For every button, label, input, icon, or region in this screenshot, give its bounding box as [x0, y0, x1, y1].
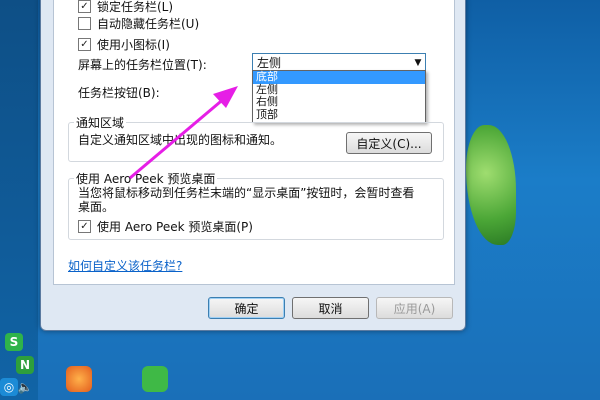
location-option-right[interactable]: 右侧 [253, 95, 425, 109]
auto-hide-label: 自动隐藏任务栏(U) [97, 17, 200, 31]
customize-button[interactable]: 自定义(C)... [346, 132, 432, 154]
aero-peek-label: 使用 Aero Peek 预览桌面(P) [97, 220, 253, 234]
lock-taskbar-checkbox[interactable]: ✓ [78, 0, 91, 13]
taskbar-location-label: 屏幕上的任务栏位置(T): [78, 56, 207, 73]
wallpaper-decoration [466, 125, 516, 245]
notification-icon[interactable]: N [16, 356, 34, 374]
aero-peek-description-line2: 桌面。 [78, 198, 114, 215]
notification-area-title: 通知区域 [74, 114, 127, 131]
taskbar-location-dropdown: 底部 左侧 右侧 顶部 [252, 70, 426, 123]
location-option-top[interactable]: 顶部 [253, 108, 425, 122]
aero-peek-description-line1: 当您将鼠标移动到任务栏末端的“显示桌面”按钮时，会暂时查看 [78, 184, 414, 201]
taskbar-tab-panel: ✓ 锁定任务栏(L) 自动隐藏任务栏(U) ✓ 使用小图标(I) 屏幕上的任务栏… [53, 0, 455, 285]
ok-button[interactable]: 确定 [208, 297, 285, 319]
small-icons-checkbox[interactable]: ✓ [78, 38, 91, 51]
aero-peek-text-1: 当您将鼠标移动到任务栏末端的“显示桌面”按钮时，会暂时查看 [78, 186, 415, 200]
wechat-icon[interactable] [142, 366, 168, 392]
small-icons-option[interactable]: ✓ 使用小图标(I) [78, 36, 170, 53]
auto-hide-checkbox[interactable] [78, 17, 91, 30]
volume-icon[interactable]: 🔈 [16, 378, 34, 396]
location-option-left[interactable]: 左侧 [253, 83, 425, 97]
taskbar-location-value: 左侧 [257, 56, 282, 70]
aero-peek-checkbox[interactable]: ✓ [78, 220, 91, 233]
taskbar-properties-dialog: ✓ 锁定任务栏(L) 自动隐藏任务栏(U) ✓ 使用小图标(I) 屏幕上的任务栏… [40, 0, 466, 331]
location-option-bottom[interactable]: 底部 [253, 70, 425, 84]
aero-peek-option[interactable]: ✓ 使用 Aero Peek 预览桌面(P) [78, 218, 253, 235]
aero-peek-text-2: 桌面。 [78, 200, 115, 214]
taskbar-buttons-label: 任务栏按钮(B): [78, 84, 160, 101]
notification-area-text: 自定义通知区域中出现的图标和通知。 [78, 133, 283, 147]
sogou-icon[interactable]: S [5, 333, 23, 351]
lock-taskbar-option[interactable]: ✓ 锁定任务栏(L) [78, 0, 173, 15]
apply-button[interactable]: 应用(A) [376, 297, 453, 319]
chevron-down-icon[interactable]: ▼ [411, 58, 425, 68]
firefox-icon[interactable] [66, 366, 92, 392]
lock-taskbar-label: 锁定任务栏(L) [97, 0, 174, 14]
cancel-button[interactable]: 取消 [292, 297, 369, 319]
notification-area-description: 自定义通知区域中出现的图标和通知。 [78, 131, 282, 148]
taskbar-buttons-text: 任务栏按钮(B): [78, 86, 160, 100]
small-icons-label: 使用小图标(I) [97, 38, 170, 52]
taskbar-location-text: 屏幕上的任务栏位置(T): [78, 58, 207, 72]
auto-hide-option[interactable]: 自动隐藏任务栏(U) [78, 15, 199, 32]
help-link[interactable]: 如何自定义该任务栏? [68, 257, 182, 274]
